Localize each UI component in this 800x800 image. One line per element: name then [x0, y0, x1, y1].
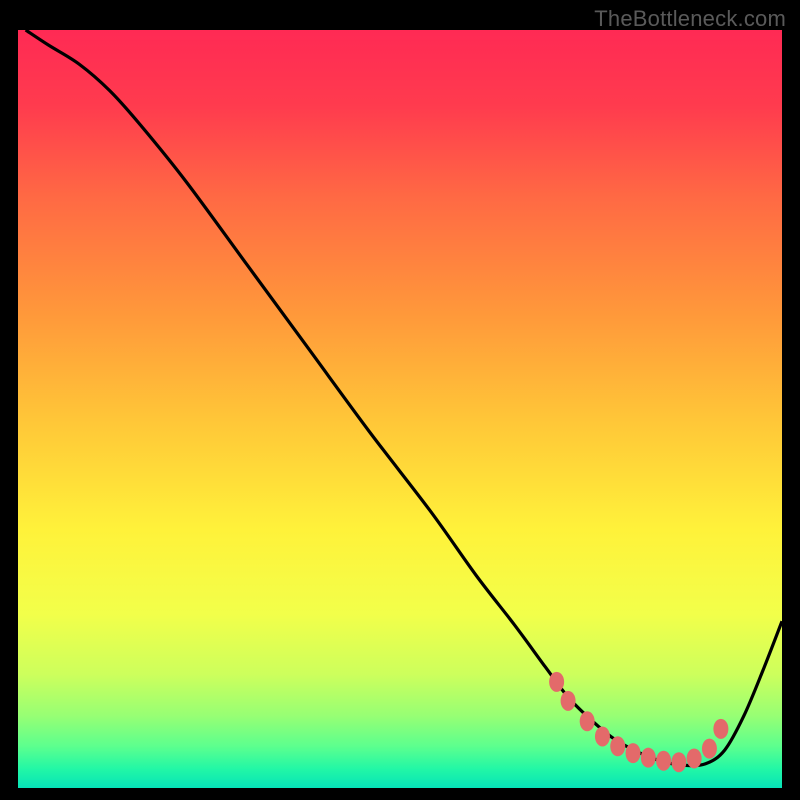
marker-dot [595, 726, 610, 746]
bottleneck-chart [18, 30, 782, 788]
marker-dot [656, 751, 671, 771]
marker-dot [580, 711, 595, 731]
marker-dot [610, 736, 625, 756]
gradient-background [18, 30, 782, 788]
marker-dot [561, 691, 576, 711]
chart-container: TheBottleneck.com [0, 0, 800, 800]
marker-dot [702, 739, 717, 759]
marker-dot [671, 752, 686, 772]
marker-dot [713, 719, 728, 739]
watermark-text: TheBottleneck.com [594, 6, 786, 32]
marker-dot [549, 672, 564, 692]
marker-dot [641, 748, 656, 768]
marker-dot [687, 748, 702, 768]
marker-dot [626, 743, 641, 763]
